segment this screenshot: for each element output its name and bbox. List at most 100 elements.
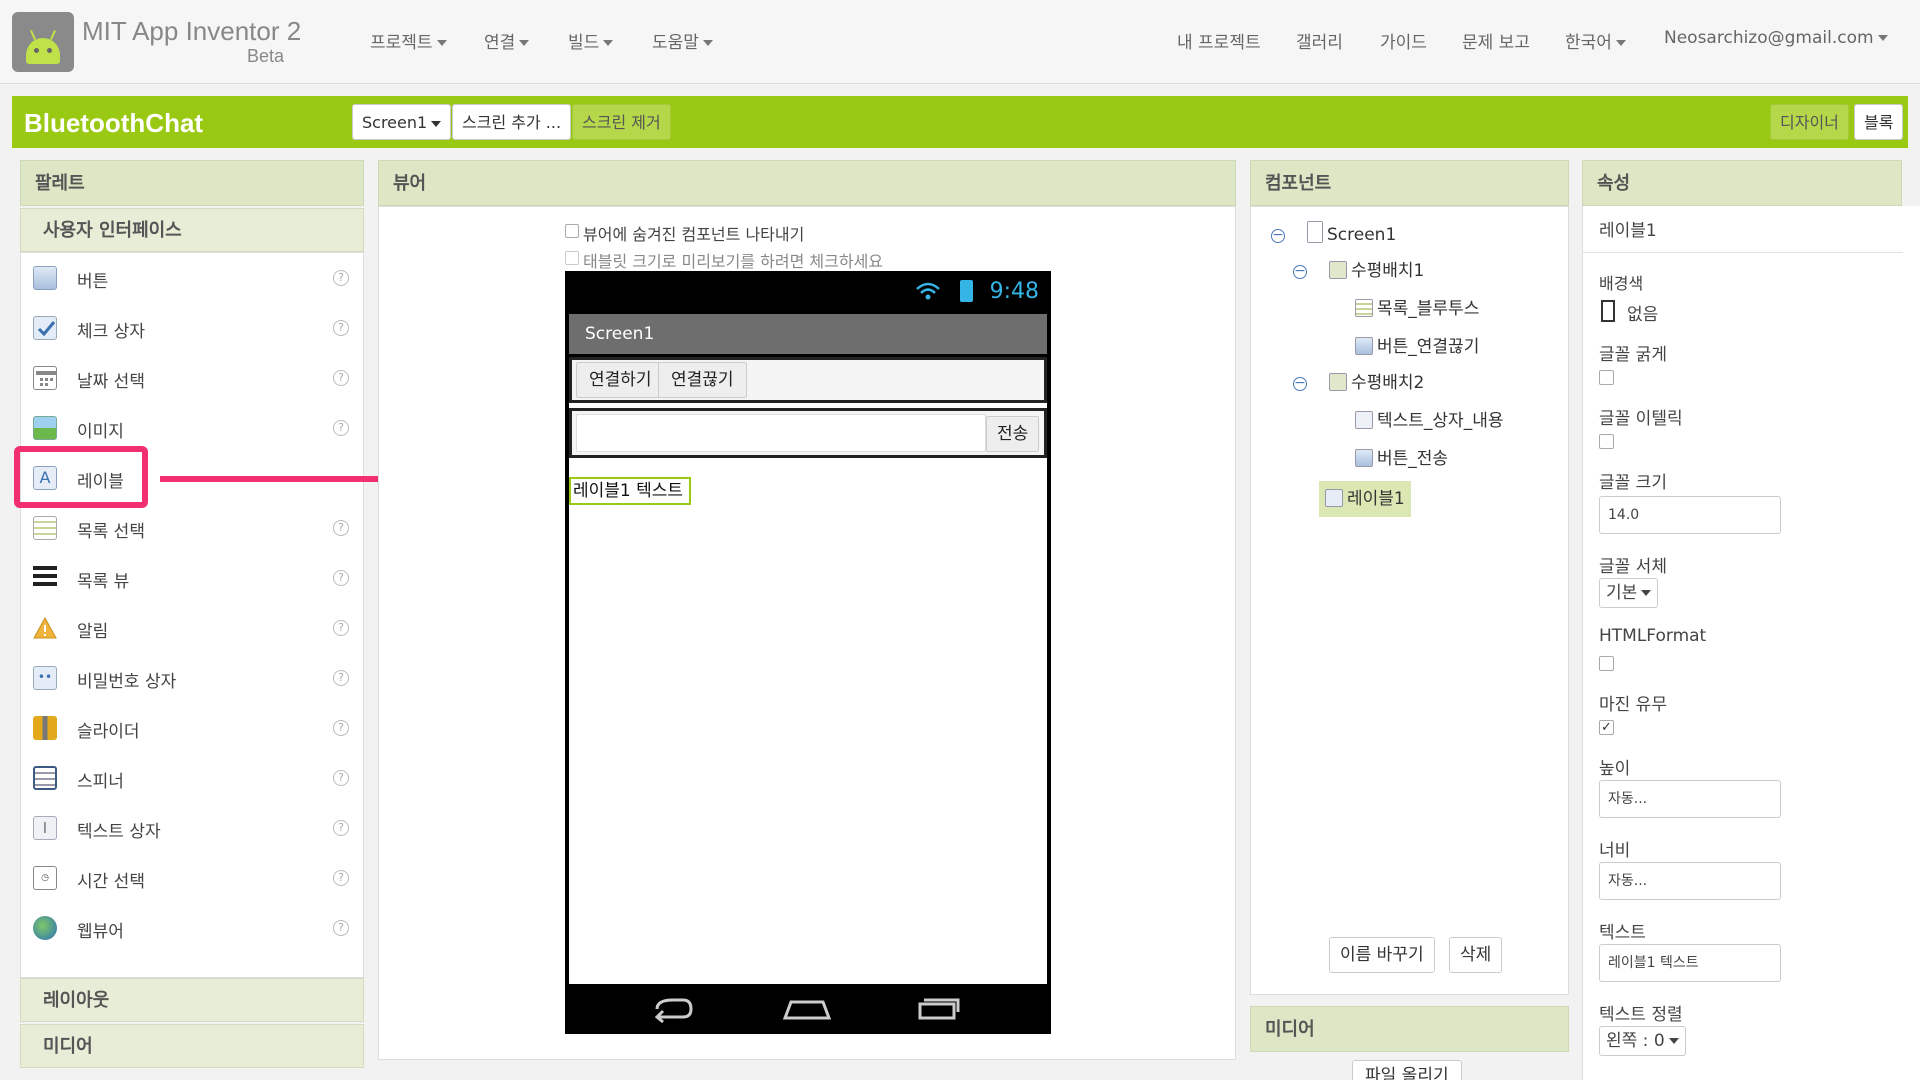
help-icon[interactable]: ? (333, 720, 349, 736)
italic-checkbox[interactable] (1599, 434, 1614, 449)
tablet-preview-checkbox[interactable] (565, 251, 579, 265)
caret-down-icon (702, 40, 713, 46)
palette-item-label: 텍스트 상자 (77, 822, 161, 842)
remove-screen-button[interactable]: 스크린 제거 (572, 104, 671, 140)
tree-node-button-disconnect[interactable]: 버튼_연결끊기 (1355, 333, 1479, 361)
palette-item-datepicker[interactable]: 날짜 선택 ? (21, 353, 365, 403)
palette-item-webviewer[interactable]: 웹뷰어 ? (21, 903, 365, 953)
tree-node-screen1[interactable]: Screen1 (1307, 221, 1396, 249)
horizontal-arrangement-2[interactable]: 전송 (569, 408, 1047, 458)
palette-item-notifier[interactable]: 알림 ? (21, 603, 365, 653)
designer-button[interactable]: 디자이너 (1770, 104, 1849, 140)
screen-select[interactable]: Screen1 (352, 104, 452, 140)
message-textbox[interactable] (576, 414, 986, 452)
text-input[interactable]: 레이블1 텍스트 (1599, 944, 1781, 982)
bold-checkbox[interactable] (1599, 370, 1614, 385)
menu-connect[interactable]: 연결 (484, 28, 530, 53)
menu-help[interactable]: 도움말 (652, 28, 713, 53)
height-input[interactable]: 자동... (1599, 780, 1781, 818)
tree-node-textbox-content[interactable]: 텍스트_상자_내용 (1355, 407, 1503, 435)
upload-file-button[interactable]: 파일 올리기 (1352, 1060, 1462, 1080)
slider-icon (33, 716, 57, 740)
app-title: MIT App Inventor 2 (82, 16, 302, 46)
help-icon[interactable]: ? (333, 370, 349, 386)
add-screen-button[interactable]: 스크린 추가 ... (452, 104, 572, 140)
help-icon[interactable]: ? (333, 570, 349, 586)
menu-build[interactable]: 빌드 (568, 28, 614, 53)
palette-item-listpicker[interactable]: 목록 선택 ? (21, 503, 365, 553)
screen-icon (1307, 221, 1323, 243)
delete-button[interactable]: 삭제 (1449, 937, 1503, 973)
palette-item-passwordtextbox[interactable]: •• 비밀번호 상자 ? (21, 653, 365, 703)
color-swatch[interactable] (1601, 300, 1615, 322)
bgcolor-label: 배경색 (1599, 274, 1644, 293)
tree-node-horizontal-arrangement-1[interactable]: 수평배치1 (1329, 257, 1424, 285)
connect-button[interactable]: 연결하기 (576, 362, 665, 398)
palette-category-user-interface[interactable]: 사용자 인터페이스 (20, 208, 364, 252)
blocks-button[interactable]: 블록 (1854, 104, 1904, 140)
help-icon[interactable]: ? (333, 270, 349, 286)
help-icon[interactable]: ? (333, 920, 349, 936)
tree-node-list-bluetooth[interactable]: 목록_블루투스 (1355, 295, 1479, 323)
help-icon[interactable]: ? (333, 320, 349, 336)
spinner-icon (33, 766, 57, 790)
collapse-icon[interactable]: − (1293, 376, 1307, 391)
app-inventor-logo[interactable] (12, 12, 74, 72)
menu-report-issue[interactable]: 문제 보고 (1462, 28, 1530, 53)
help-icon[interactable]: ? (333, 770, 349, 786)
help-icon[interactable]: ? (333, 670, 349, 686)
palette-item-slider[interactable]: 슬라이더 ? (21, 703, 365, 753)
tree-node-horizontal-arrangement-2[interactable]: 수평배치2 (1329, 369, 1424, 397)
show-hidden-checkbox[interactable] (565, 224, 579, 238)
selected-component-name: 레이블1 (1599, 221, 1657, 241)
menu-label: 연결 (484, 33, 516, 53)
caret-down-icon (1668, 1038, 1679, 1044)
palette-item-timepicker[interactable]: ◷ 시간 선택 ? (21, 853, 365, 903)
htmlformat-checkbox[interactable] (1599, 656, 1614, 671)
collapse-icon[interactable]: − (1293, 264, 1307, 279)
list-picker-icon (1355, 299, 1373, 317)
menu-my-projects[interactable]: 내 프로젝트 (1177, 28, 1261, 53)
home-icon[interactable] (782, 1000, 832, 1020)
palette-item-label: 버튼 (77, 272, 109, 292)
palette-item-spinner[interactable]: 스피너 ? (21, 753, 365, 803)
menu-project[interactable]: 프로젝트 (370, 28, 447, 53)
tree-node-button-send[interactable]: 버튼_전송 (1355, 445, 1448, 473)
help-icon[interactable]: ? (333, 420, 349, 436)
menu-gallery[interactable]: 갤러리 (1296, 28, 1343, 53)
menu-language[interactable]: 한국어 (1565, 28, 1626, 53)
margin-checkbox[interactable]: ✓ (1599, 720, 1614, 735)
help-icon[interactable]: ? (333, 820, 349, 836)
collapse-icon[interactable]: − (1271, 228, 1285, 243)
tree-node-label1-selected[interactable]: 레이블1 (1319, 481, 1411, 517)
palette-item-button[interactable]: 버튼 ? (21, 253, 365, 303)
tree-node-label: 수평배치1 (1351, 261, 1425, 281)
help-icon[interactable]: ? (333, 870, 349, 886)
label1-preview[interactable]: 레이블1 텍스트 (569, 477, 692, 505)
palette-category-layout[interactable]: 레이아웃 (20, 978, 364, 1022)
back-icon[interactable] (654, 998, 693, 1024)
width-input[interactable]: 자동... (1599, 862, 1781, 900)
rename-button[interactable]: 이름 바꾸기 (1329, 937, 1435, 973)
send-button[interactable]: 전송 (986, 416, 1040, 452)
help-icon[interactable]: ? (333, 520, 349, 536)
menu-account[interactable]: Neosarchizo@gmail.com (1664, 28, 1888, 48)
horizontal-arrangement-1[interactable]: 연결하기 연결끊기 (569, 357, 1047, 403)
typeface-select[interactable]: 기본 (1599, 578, 1659, 608)
properties-panel: 속성 레이블1 배경색 없음 글꼴 굵게 글꼴 이텔릭 글꼴 크기 14.0 글… (1582, 160, 1920, 1080)
palette-item-textbox[interactable]: I 텍스트 상자 ? (21, 803, 365, 853)
disconnect-button[interactable]: 연결끊기 (658, 362, 747, 398)
palette-item-listview[interactable]: 목록 뷰 ? (21, 553, 365, 603)
palette-item-checkbox[interactable]: 체크 상자 ? (21, 303, 365, 353)
fontsize-input[interactable]: 14.0 (1599, 496, 1781, 534)
help-icon[interactable]: ? (333, 620, 349, 636)
textalign-select[interactable]: 왼쪽 : 0 (1599, 1026, 1686, 1056)
menu-label: 프로젝트 (370, 33, 433, 53)
recent-apps-icon[interactable] (918, 998, 960, 1020)
bgcolor-value[interactable]: 없음 (1627, 300, 1658, 325)
components-header: 컴포넌트 (1250, 160, 1569, 206)
palette-item-label: 목록 선택 (77, 522, 145, 542)
menu-guide[interactable]: 가이드 (1380, 28, 1427, 53)
tree-node-label: Screen1 (1327, 225, 1397, 245)
palette-category-media[interactable]: 미디어 (20, 1024, 364, 1068)
